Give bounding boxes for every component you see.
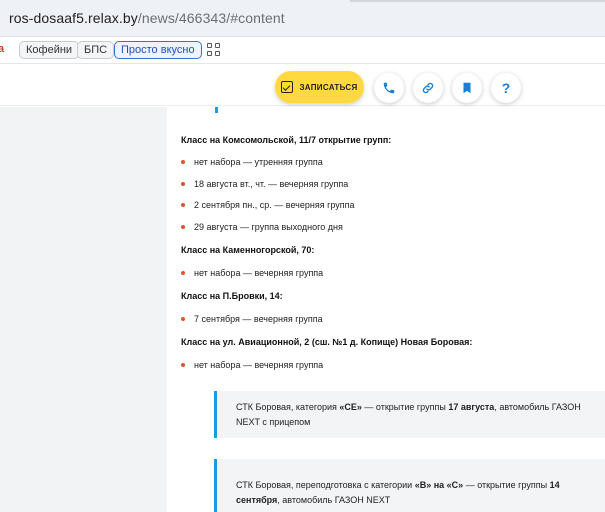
phone-icon: [383, 82, 395, 94]
url-text[interactable]: ros-dosaaf5.relax.by/news/466343/#conten…: [9, 10, 285, 26]
list-item: нет набора — вечерняя группа: [181, 360, 323, 370]
bullet-icon: [181, 202, 185, 207]
bullet-icon: [181, 362, 185, 367]
calendar-check-icon: [281, 81, 294, 93]
bookmark-prosto-vkusno[interactable]: Просто вкусно: [114, 41, 202, 59]
bullet-icon: [181, 270, 185, 275]
bookmark-coffee[interactable]: Кофейни: [19, 41, 80, 59]
page: ЗАПИСАТЬСЯ ? Класс на Комсомольской, 11/…: [0, 65, 605, 512]
apps-grid-icon[interactable]: [207, 43, 221, 57]
article-content: Класс на Комсомольской, 11/7 открытие гр…: [167, 107, 605, 512]
list-item: 7 сентября — вечерняя группа: [181, 314, 323, 324]
enroll-button[interactable]: ЗАПИСАТЬСЯ: [275, 71, 364, 103]
list-item: 29 августа — группа выходного дня: [181, 222, 343, 232]
bookmark-partial[interactable]: а: [0, 41, 4, 59]
url-path: /news/466343/#content: [137, 10, 285, 26]
bullet-icon: [181, 181, 185, 186]
url-host: ros-dosaaf5.relax.by: [9, 10, 138, 26]
class3-heading: Класс на П.Бровки, 14:: [181, 291, 283, 301]
quote-text: СТК Боровая, переподготовка с категории …: [236, 480, 560, 505]
info-quote-retraining: СТК Боровая, переподготовка с категории …: [214, 459, 605, 512]
info-quote-ce: СТК Боровая, категория «СЕ» — открытие г…: [214, 391, 605, 438]
question-icon: ?: [501, 80, 511, 96]
left-sidebar: [0, 107, 167, 512]
bullet-icon: [181, 316, 185, 321]
bullet-icon: [181, 224, 185, 229]
class2-heading: Класс на Каменногорской, 70:: [181, 245, 315, 255]
page-toolbar: ЗАПИСАТЬСЯ ?: [0, 65, 605, 106]
link-icon: [422, 82, 434, 94]
address-bar[interactable]: ros-dosaaf5.relax.by/news/466343/#conten…: [0, 0, 605, 37]
bookmark-icon: [463, 82, 471, 94]
bullet-icon: [181, 159, 185, 164]
list-item: нет набора — утренняя группа: [181, 157, 323, 167]
bookmark-button[interactable]: [452, 73, 482, 103]
list-item: нет набора — вечерняя группа: [181, 268, 323, 278]
list-item: 2 сентября пн., ср. — вечерняя группа: [181, 200, 355, 210]
class4-heading: Класс на ул. Авиационной, 2 (сш. №1 д. К…: [181, 337, 473, 347]
quote-text: СТК Боровая, категория «СЕ» — открытие г…: [236, 402, 581, 427]
list-item: 18 августа вт., чт. — вечерняя группа: [181, 179, 348, 189]
bookmark-bps[interactable]: БПС: [77, 41, 115, 59]
class1-heading: Класс на Комсомольской, 11/7 открытие гр…: [181, 135, 392, 145]
quote-border-fragment: [215, 107, 218, 113]
share-link-button[interactable]: [413, 73, 443, 103]
bookmarks-bar: а Кофейни БПС Просто вкусно: [0, 37, 605, 64]
phone-button[interactable]: [374, 73, 404, 103]
help-button[interactable]: ?: [491, 73, 521, 103]
enroll-label: ЗАПИСАТЬСЯ: [299, 82, 358, 92]
tab-strip-edge: [350, 0, 605, 2]
